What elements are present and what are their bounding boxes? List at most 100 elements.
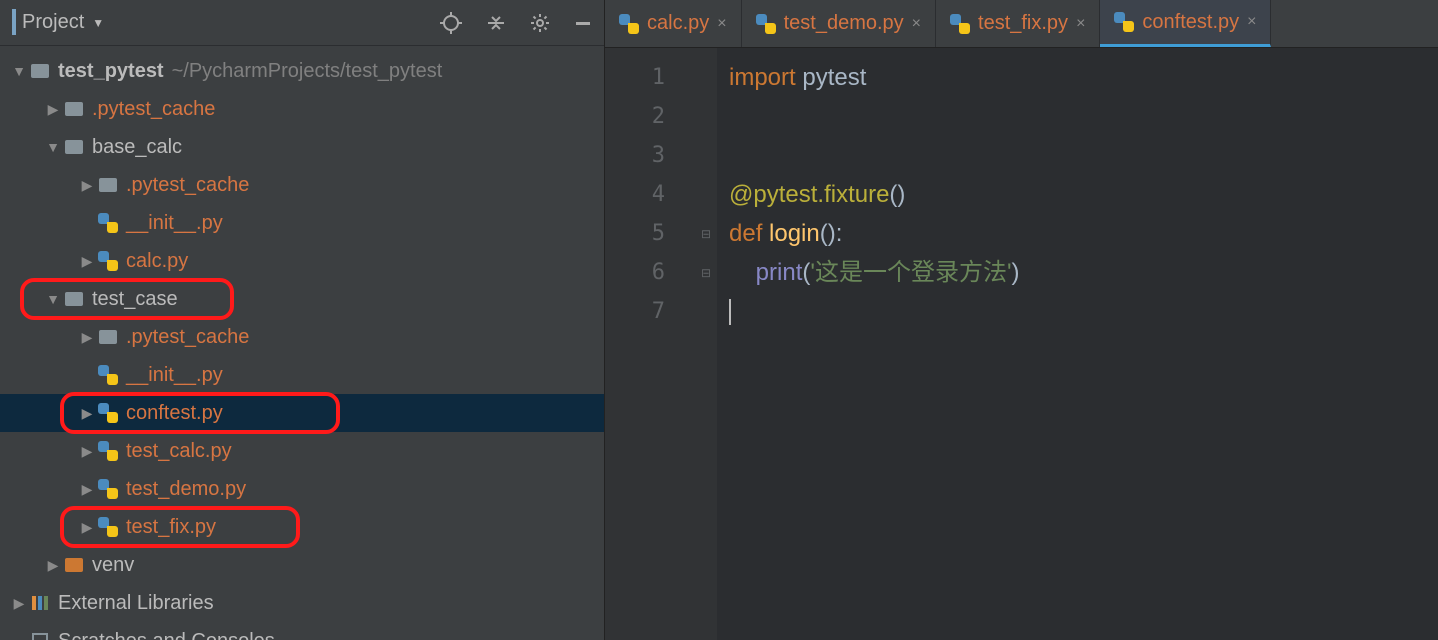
- tree-item-calc-py[interactable]: ▶ calc.py: [0, 242, 604, 280]
- chevron-right-icon[interactable]: ▶: [80, 481, 94, 498]
- tree-item-label: .pytest_cache: [92, 98, 215, 121]
- external-libraries-icon: [30, 593, 50, 613]
- settings-icon[interactable]: [530, 13, 550, 33]
- python-file-icon: [619, 14, 639, 34]
- line-number: 7: [605, 292, 695, 331]
- line-number: 5: [605, 214, 695, 253]
- tree-item-label: .pytest_cache: [126, 174, 249, 197]
- fold-column: ⊟⊟: [695, 48, 717, 640]
- project-sidebar: Project ▼ ▼ test_pytest ~/PycharmProjects/…: [0, 0, 605, 640]
- line-number: 2: [605, 97, 695, 136]
- tree-item-test-case[interactable]: ▼ test_case: [0, 280, 604, 318]
- python-file-icon: [98, 479, 118, 499]
- tree-item-label: base_calc: [92, 136, 182, 159]
- python-file-icon: [98, 213, 118, 233]
- tree-item-label: venv: [92, 554, 134, 577]
- locate-icon[interactable]: [440, 12, 462, 34]
- chevron-right-icon[interactable]: ▶: [80, 253, 94, 270]
- tree-item-label: Scratches and Consoles: [58, 630, 275, 640]
- collapse-all-icon[interactable]: [486, 13, 506, 33]
- python-file-icon: [98, 403, 118, 423]
- tree-item-label: calc.py: [126, 250, 188, 273]
- tree-item-external-libraries[interactable]: ▶ External Libraries: [0, 584, 604, 622]
- tree-item--pytest-cache[interactable]: ▶ .pytest_cache: [0, 166, 604, 204]
- tree-item-conftest-py[interactable]: ▶ conftest.py: [0, 394, 604, 432]
- folder-icon: [64, 137, 84, 157]
- line-number: 1: [605, 58, 695, 97]
- close-icon[interactable]: ×: [1247, 13, 1256, 31]
- python-file-icon: [756, 14, 776, 34]
- fold-marker[interactable]: ⊟: [695, 214, 717, 253]
- chevron-right-icon[interactable]: ▶: [80, 405, 94, 422]
- tree-item-label: test_pytest: [58, 60, 164, 83]
- chevron-right-icon[interactable]: ▶: [80, 519, 94, 536]
- project-tree: ▼ test_pytest ~/PycharmProjects/test_pytes…: [0, 46, 604, 640]
- chevron-right-icon[interactable]: ▶: [12, 595, 26, 612]
- tree-item-label: test_calc.py: [126, 440, 232, 463]
- tree-item--pytest-cache[interactable]: ▶ .pytest_cache: [0, 90, 604, 128]
- folder-icon: [30, 61, 50, 81]
- line-number: 3: [605, 136, 695, 175]
- tab-test-fix-py[interactable]: test_fix.py×: [936, 0, 1100, 47]
- chevron-right-icon[interactable]: ▶: [80, 443, 94, 460]
- chevron-right-icon[interactable]: ▶: [80, 177, 94, 194]
- python-file-icon: [950, 14, 970, 34]
- project-view-icon[interactable]: [12, 11, 16, 34]
- python-file-icon: [98, 517, 118, 537]
- fold-marker[interactable]: [695, 97, 717, 136]
- editor-tabs: calc.py×test_demo.py×test_fix.py×conftes…: [605, 0, 1438, 48]
- python-file-icon: [98, 251, 118, 271]
- code-editor[interactable]: import pytest @pytest.fixture() def logi…: [717, 48, 1438, 640]
- line-number: 6: [605, 253, 695, 292]
- tab-conftest-py[interactable]: conftest.py ×: [1100, 0, 1271, 47]
- folder-icon: [64, 555, 84, 575]
- close-icon[interactable]: ×: [912, 15, 921, 33]
- python-file-icon: [98, 365, 118, 385]
- text-cursor: [729, 299, 731, 325]
- python-file-icon: [1114, 12, 1134, 32]
- tree-item--init-py[interactable]: ▶__init__.py: [0, 204, 604, 242]
- sidebar-header: Project ▼: [0, 0, 604, 46]
- tree-item-label: test_fix.py: [126, 516, 216, 539]
- close-icon[interactable]: ×: [717, 15, 726, 33]
- tree-item-scratches-and-consoles[interactable]: ▶Scratches and Consoles: [0, 622, 604, 640]
- tree-item-base-calc[interactable]: ▼ base_calc: [0, 128, 604, 166]
- tab-label: conftest.py: [1142, 11, 1239, 34]
- tab-test-demo-py[interactable]: test_demo.py×: [742, 0, 936, 47]
- fold-marker[interactable]: [695, 175, 717, 214]
- tree-item-venv[interactable]: ▶ venv: [0, 546, 604, 584]
- editor-area: calc.py×test_demo.py×test_fix.py×conftes…: [605, 0, 1438, 640]
- close-icon[interactable]: ×: [1076, 15, 1085, 33]
- fold-marker[interactable]: [695, 136, 717, 175]
- fold-marker[interactable]: ⊟: [695, 253, 717, 292]
- tree-item-test-calc-py[interactable]: ▶ test_calc.py: [0, 432, 604, 470]
- tree-item-test-fix-py[interactable]: ▶ test_fix.py: [0, 508, 604, 546]
- line-number: 4: [605, 175, 695, 214]
- chevron-down-icon[interactable]: ▼: [46, 139, 60, 155]
- fold-marker[interactable]: [695, 292, 717, 331]
- tree-item-test-pytest[interactable]: ▼ test_pytest ~/PycharmProjects/test_pytes…: [0, 52, 604, 90]
- folder-icon: [64, 289, 84, 309]
- tree-item-label: test_case: [92, 288, 178, 311]
- fold-marker[interactable]: [695, 58, 717, 97]
- hide-icon[interactable]: [574, 14, 592, 32]
- tab-label: calc.py: [647, 12, 709, 35]
- chevron-down-icon[interactable]: ▼: [46, 291, 60, 307]
- project-dropdown-icon[interactable]: ▼: [92, 16, 104, 30]
- folder-icon: [64, 99, 84, 119]
- folder-icon: [98, 175, 118, 195]
- tree-item--init-py[interactable]: ▶__init__.py: [0, 356, 604, 394]
- chevron-down-icon[interactable]: ▼: [12, 63, 26, 79]
- tree-item-label: External Libraries: [58, 592, 214, 615]
- tab-calc-py[interactable]: calc.py ×: [605, 0, 742, 47]
- chevron-right-icon[interactable]: ▶: [80, 329, 94, 346]
- tree-item-label: conftest.py: [126, 402, 223, 425]
- tree-item-path: ~/PycharmProjects/test_pytest: [172, 60, 443, 83]
- chevron-right-icon[interactable]: ▶: [46, 557, 60, 574]
- chevron-right-icon[interactable]: ▶: [46, 101, 60, 118]
- tree-item-test-demo-py[interactable]: ▶ test_demo.py: [0, 470, 604, 508]
- tree-item--pytest-cache[interactable]: ▶.pytest_cache: [0, 318, 604, 356]
- project-title[interactable]: Project: [22, 11, 84, 34]
- tree-item-label: __init__.py: [126, 364, 223, 387]
- tree-item-label: test_demo.py: [126, 478, 246, 501]
